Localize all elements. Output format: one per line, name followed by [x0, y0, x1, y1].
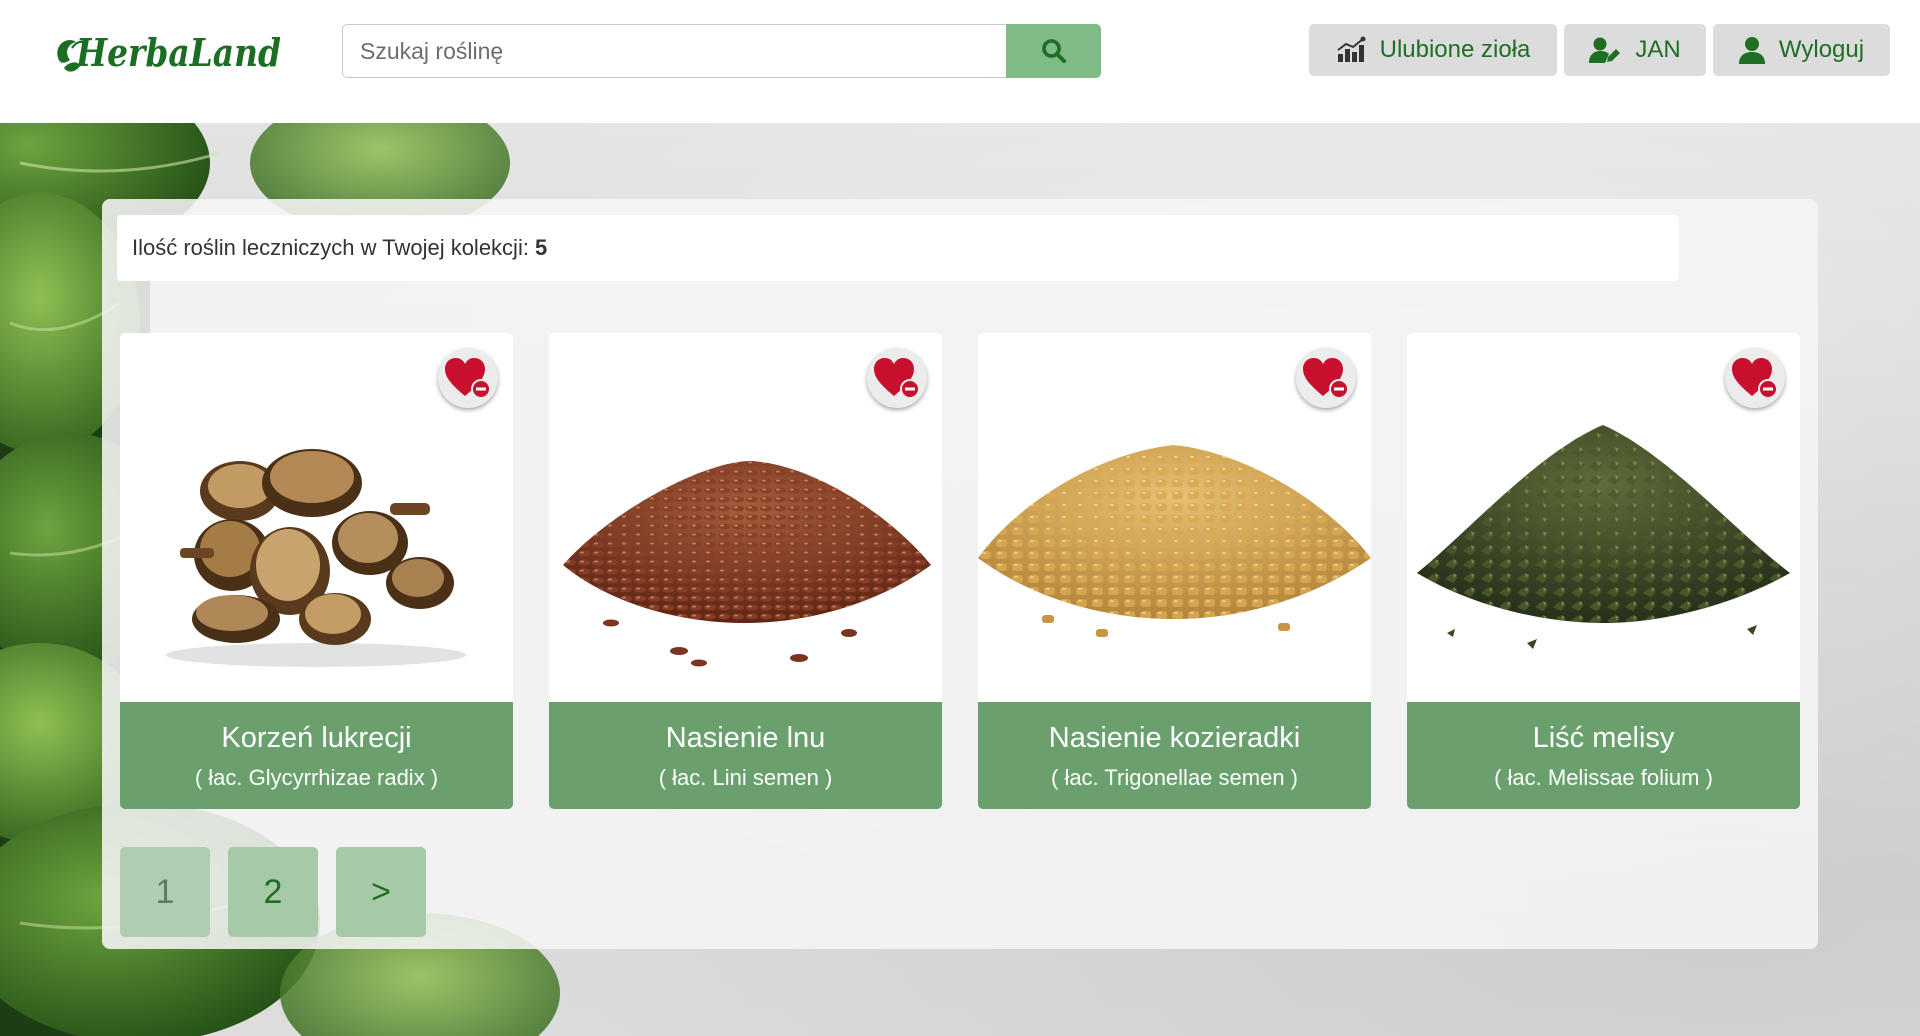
heart-remove-icon [1732, 358, 1778, 399]
herbaland-logo[interactable]: HerbaLand [50, 18, 290, 88]
herbs-chart-icon [1337, 36, 1366, 62]
plant-caption[interactable]: Nasienie lnu ( łac. Lini semen ) [549, 702, 942, 809]
plant-card[interactable]: Nasienie kozieradki ( łac. Trigonellae s… [978, 333, 1371, 809]
plant-name: Liść melisy [1532, 722, 1675, 754]
plant-caption[interactable]: Nasienie kozieradki ( łac. Trigonellae s… [978, 702, 1371, 809]
favorite-herbs-label: Ulubione zioła [1379, 36, 1531, 63]
plant-card[interactable]: Liść melisy ( łac. Melissae folium ) [1407, 333, 1800, 809]
plant-caption[interactable]: Liść melisy ( łac. Melissae folium ) [1407, 702, 1800, 809]
user-icon [1738, 37, 1765, 64]
plant-latin-name: ( łac. Trigonellae semen ) [1051, 765, 1298, 790]
logout-label: Wyloguj [1778, 36, 1865, 63]
collection-panel: Ilość roślin leczniczych w Twojej kolekc… [102, 199, 1818, 949]
heart-remove-icon [1303, 358, 1349, 399]
user-edit-icon [1589, 37, 1621, 63]
plant-card[interactable]: Nasienie lnu ( łac. Lini semen ) [549, 333, 942, 809]
top-bar: HerbaLand Ulubione zioła JAN [0, 0, 1920, 123]
plant-latin-name: ( łac. Lini semen ) [658, 765, 833, 790]
collection-count-value: 5 [534, 235, 548, 260]
plant-card[interactable]: Korzeń lukrecji ( łac. Glycyrrhizae radi… [120, 333, 513, 809]
logout-button[interactable]: Wyloguj [1713, 24, 1890, 76]
search-input[interactable] [342, 24, 1006, 78]
user-name-label: JAN [1635, 36, 1681, 63]
favorite-herbs-button[interactable]: Ulubione zioła [1309, 24, 1557, 76]
page-button-1[interactable]: 1 [120, 847, 210, 937]
plant-latin-name: ( łac. Melissae folium ) [1494, 765, 1713, 790]
plant-name: Nasienie kozieradki [1048, 722, 1301, 754]
user-profile-button[interactable]: JAN [1564, 24, 1706, 76]
remove-favorite-button[interactable] [1296, 348, 1356, 408]
collection-count-bar: Ilość roślin leczniczych w Twojej kolekc… [117, 215, 1679, 281]
remove-favorite-button[interactable] [438, 348, 498, 408]
plant-name: Korzeń lukrecji [221, 722, 412, 754]
logo-text: HerbaLand [75, 30, 281, 75]
remove-favorite-button[interactable] [867, 348, 927, 408]
plant-latin-name: ( łac. Glycyrrhizae radix ) [194, 765, 439, 790]
heart-remove-icon [874, 358, 920, 399]
heart-remove-icon [445, 358, 491, 399]
page-button-2[interactable]: 2 [228, 847, 318, 937]
next-page-button[interactable]: > [336, 847, 426, 937]
search-button[interactable] [1006, 24, 1101, 78]
collection-count-label: Ilość roślin leczniczych w Twojej kolekc… [132, 235, 529, 260]
plant-name: Nasienie lnu [665, 722, 826, 754]
search-icon [1041, 39, 1066, 63]
remove-favorite-button[interactable] [1725, 348, 1785, 408]
plant-caption[interactable]: Korzeń lukrecji ( łac. Glycyrrhizae radi… [120, 702, 513, 809]
search-bar [342, 24, 1101, 78]
